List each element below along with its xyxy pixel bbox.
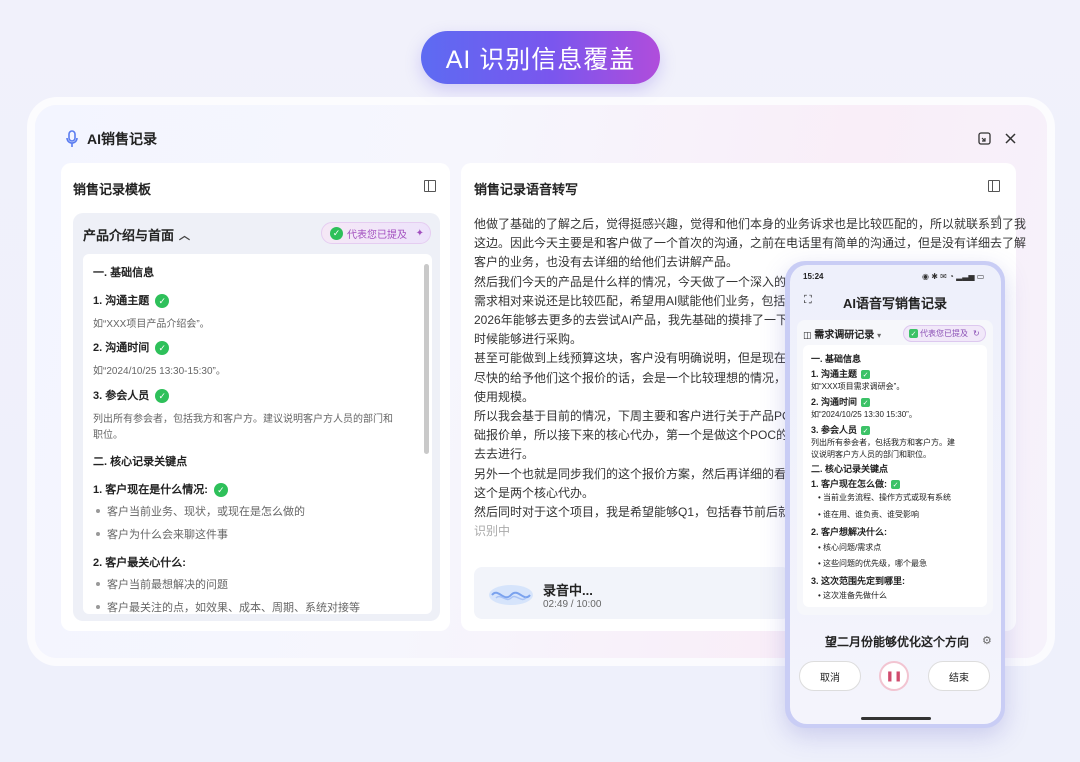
phone-line: 3. 这次范围先定到哪里: [811, 576, 906, 586]
chevron-down-icon: ▾ [877, 331, 882, 340]
hint-topic: 如“XXX项目产品介绍会”。 [93, 319, 210, 330]
check-icon: ✓ [909, 329, 918, 338]
item-customer-concern: 2. 客户最关心什么: [93, 557, 186, 569]
hint-attendees: 列出所有参会者，包括我方和客户方。建议说明客户方人员的部门和 [93, 414, 393, 425]
hint-attendees-cont: 职位。 [93, 430, 123, 441]
settings-icon[interactable]: ⚙ [982, 634, 992, 647]
refresh-icon: ↻ [973, 329, 980, 338]
item-customer-status: 1. 客户现在是什么情况: ✓ [93, 481, 228, 498]
check-icon: ✓ [155, 341, 170, 356]
sparkle-icon: ✦ [415, 227, 424, 239]
transcript-line: 他做了基础的了解之后，觉得挺感兴趣，觉得和他们本身的业务诉求也是比较匹配的，所以… [474, 217, 1027, 231]
panel-collapse-icon[interactable] [424, 180, 436, 192]
end-button[interactable]: 结束 [928, 661, 990, 691]
recording-time: 02:49 / 10:00 [543, 599, 602, 610]
item-attendees: 3. 参会人员 ✓ [93, 387, 170, 404]
phone-line: 如“XXX项目需求调研会”。 [811, 382, 905, 391]
hero-title: AI 识别信息覆盖 [421, 31, 660, 84]
heading-basic-info: 一. 基础信息 [93, 267, 155, 279]
check-icon: ✓ [861, 398, 871, 408]
panel-collapse-icon[interactable] [988, 180, 1000, 192]
scrollbar-thumb[interactable] [424, 264, 429, 454]
template-panel-title: 销售记录模板 [73, 182, 152, 197]
mentioned-badge: ✓ 代表您已提及 ✦ [321, 222, 431, 244]
microphone-icon [66, 130, 78, 147]
recording-status: 录音中... [543, 583, 593, 598]
sound-wave-icon [489, 585, 533, 605]
phone-line: 一. 基础信息 [811, 354, 862, 364]
phone-line: 2. 沟通时间 ✓ [811, 397, 871, 408]
phone-line: • 这次准备先做什么 [818, 591, 888, 600]
minimize-window-icon[interactable] [976, 130, 992, 146]
window-title: AI销售记录 [87, 131, 157, 147]
phone-line: 如“2024/10/25 13:30 15:30”。 [811, 410, 917, 419]
chevron-up-icon: ︿ [179, 229, 191, 242]
transcript-panel-title: 销售记录语音转写 [474, 182, 579, 197]
fullscreen-icon[interactable]: ⛶ [804, 294, 812, 307]
template-icon: ◫ [803, 330, 812, 340]
phone-line: • 这些问题的优先级，哪个最急 [818, 559, 928, 568]
list-item: 客户最关注的点，如效果、成本、周期、系统对接等 [93, 599, 360, 614]
list-item: 客户当前最想解决的问题 [93, 576, 228, 592]
home-indicator [861, 717, 931, 720]
hint-time: 如“2024/10/25 13:30-15:30”。 [93, 366, 226, 377]
status-icons: ◉ ✱ ✉ ◔ ▂▃▅ ▭ [922, 272, 985, 281]
phone-line: 1. 沟通主题 ✓ [811, 369, 871, 380]
phone-title: AI语音写销售记录 [843, 296, 948, 311]
phone-line: • 谁在用、谁负责、谁受影响 [818, 510, 920, 519]
template-content: 一. 基础信息 1. 沟通主题 ✓ 如“XXX项目产品介绍会”。 2. 沟通时间 ✓… [83, 254, 432, 614]
phone-line: 议说明客户方人员的部门和职位。 [811, 450, 931, 459]
phone-line: 列出所有参会者，包括我方和客户方。建 [811, 438, 955, 447]
list-item: 客户为什么会来聊这件事 [93, 526, 228, 542]
window-title-bar: AI销售记录 [65, 129, 157, 149]
check-icon: ✓ [330, 226, 343, 240]
close-window-icon[interactable] [1002, 130, 1018, 146]
item-time: 2. 沟通时间 ✓ [93, 339, 170, 356]
phone-line: 1. 客户现在怎么做: ✓ [811, 479, 901, 490]
phone-line: • 核心问题/需求点 [818, 543, 882, 552]
pause-icon: ❚❚ [885, 670, 903, 682]
phone-live-transcript: 望二月份能够优化这个方向 [825, 635, 970, 649]
phone-status-time: 15:24 [803, 272, 824, 281]
check-icon: ✓ [155, 294, 170, 309]
heading-key-points: 二. 核心记录关键点 [93, 456, 188, 468]
phone-template-select[interactable]: ◫ 需求调研记录 ▾ [803, 326, 881, 341]
check-icon: ✓ [155, 389, 170, 404]
check-icon: ✓ [891, 480, 901, 490]
scroll-up-icon[interactable]: ▲ [995, 212, 1003, 221]
phone-line: 3. 参会人员 ✓ [811, 425, 871, 436]
phone-line: 二. 核心记录关键点 [811, 464, 889, 474]
phone-mentioned-badge: ✓ 代表您已提及 ↻ [903, 325, 986, 342]
cancel-button[interactable]: 取消 [799, 661, 861, 691]
list-item: 客户当前业务、现状，或现在是怎么做的 [93, 503, 305, 519]
phone-line: • 当前业务流程、操作方式或现有系统 [818, 493, 952, 502]
section-toggle[interactable]: 产品介绍与首面 ︿ [83, 225, 190, 244]
check-icon: ✓ [861, 370, 871, 380]
phone-line: 2. 客户想解决什么: [811, 527, 888, 537]
item-topic: 1. 沟通主题 ✓ [93, 292, 170, 309]
transcript-line: 这边。因此今天主要是和客户做了一个首次的沟通，之前在电话里有简单的沟通过，但是没… [474, 236, 1027, 251]
check-icon: ✓ [213, 483, 228, 498]
check-icon: ✓ [861, 426, 871, 436]
section-title: 产品介绍与首面 [83, 228, 175, 243]
pause-button[interactable]: ❚❚ [879, 661, 909, 691]
badge-label: 代表您已提及 [347, 229, 407, 241]
